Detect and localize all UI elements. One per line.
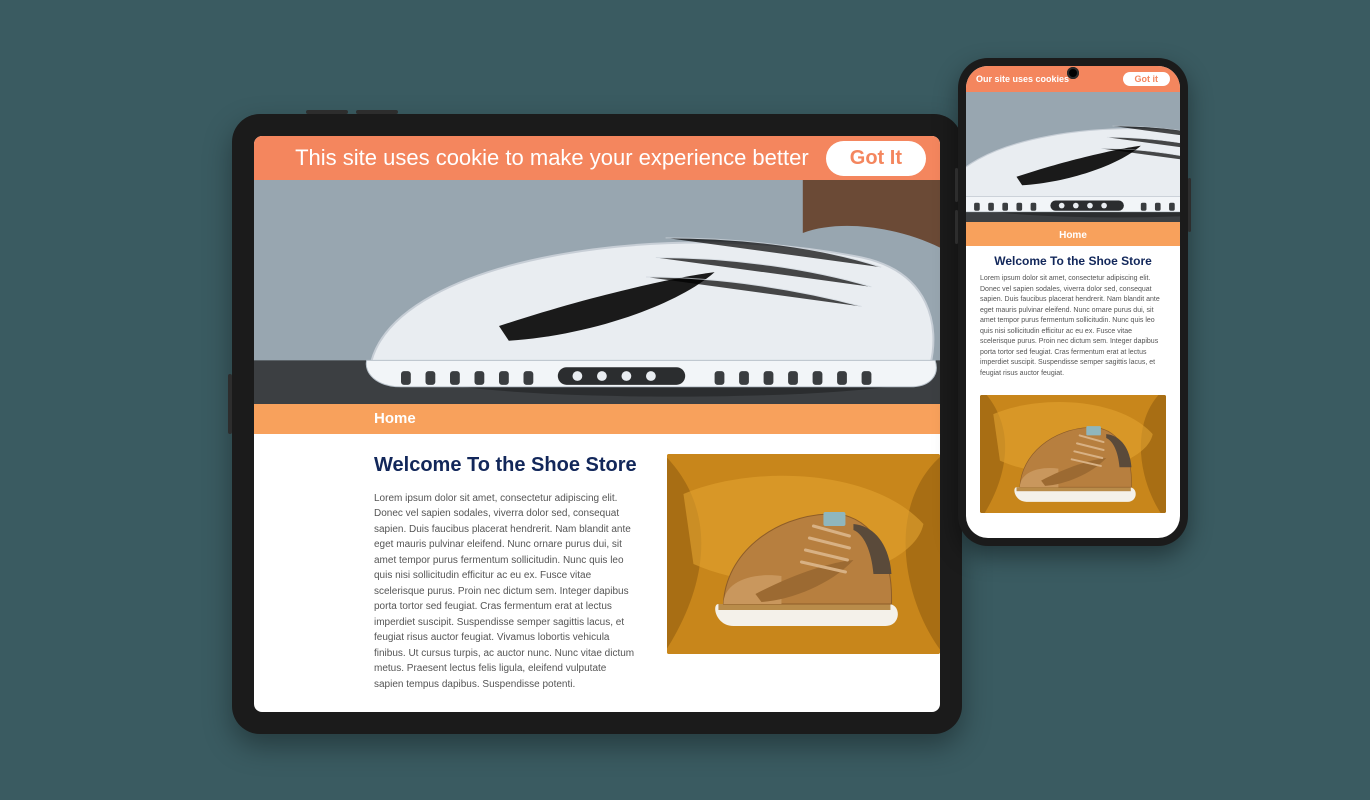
tablet-screen: This site uses cookie to make your exper… <box>254 136 940 712</box>
phone-device-frame: Our site uses cookies Got it Home Welcom… <box>958 58 1188 546</box>
phone-screen: Our site uses cookies Got it Home Welcom… <box>966 66 1180 538</box>
tablet-volume-button <box>306 110 348 114</box>
main-content: Welcome To the Shoe Store Lorem ipsum do… <box>254 434 940 713</box>
hero-image <box>254 180 940 404</box>
phone-volume-up <box>955 168 958 202</box>
article-body: Lorem ipsum dolor sit amet, consectetur … <box>374 491 637 693</box>
phone-camera-icon <box>1067 67 1079 79</box>
phone-power-button <box>1188 178 1191 232</box>
article-body: Lorem ipsum dolor sit amet, consectetur … <box>980 274 1166 379</box>
cookie-message: This site uses cookie to make your exper… <box>278 145 826 171</box>
cookie-message: Our site uses cookies <box>976 74 1069 84</box>
primary-nav: Home <box>966 222 1180 246</box>
cookie-accept-button[interactable]: Got It <box>826 141 926 176</box>
phone-volume-down <box>955 210 958 244</box>
page-title: Welcome To the Shoe Store <box>980 254 1166 268</box>
tablet-device-frame: This site uses cookie to make your exper… <box>232 114 962 734</box>
hero-image <box>966 92 1180 222</box>
cookie-banner: This site uses cookie to make your exper… <box>254 136 940 180</box>
article-image <box>980 395 1166 513</box>
tablet-volume-button <box>356 110 398 114</box>
primary-nav: Home <box>254 404 940 434</box>
nav-home-link[interactable]: Home <box>374 410 416 427</box>
tablet-side-button <box>228 374 232 434</box>
page-title: Welcome To the Shoe Store <box>374 454 637 477</box>
article-image <box>667 454 940 654</box>
main-content: Welcome To the Shoe Store Lorem ipsum do… <box>966 246 1180 389</box>
article-text: Welcome To the Shoe Store Lorem ipsum do… <box>374 454 637 693</box>
nav-home-link[interactable]: Home <box>1059 230 1087 241</box>
cookie-accept-button[interactable]: Got it <box>1123 72 1171 86</box>
